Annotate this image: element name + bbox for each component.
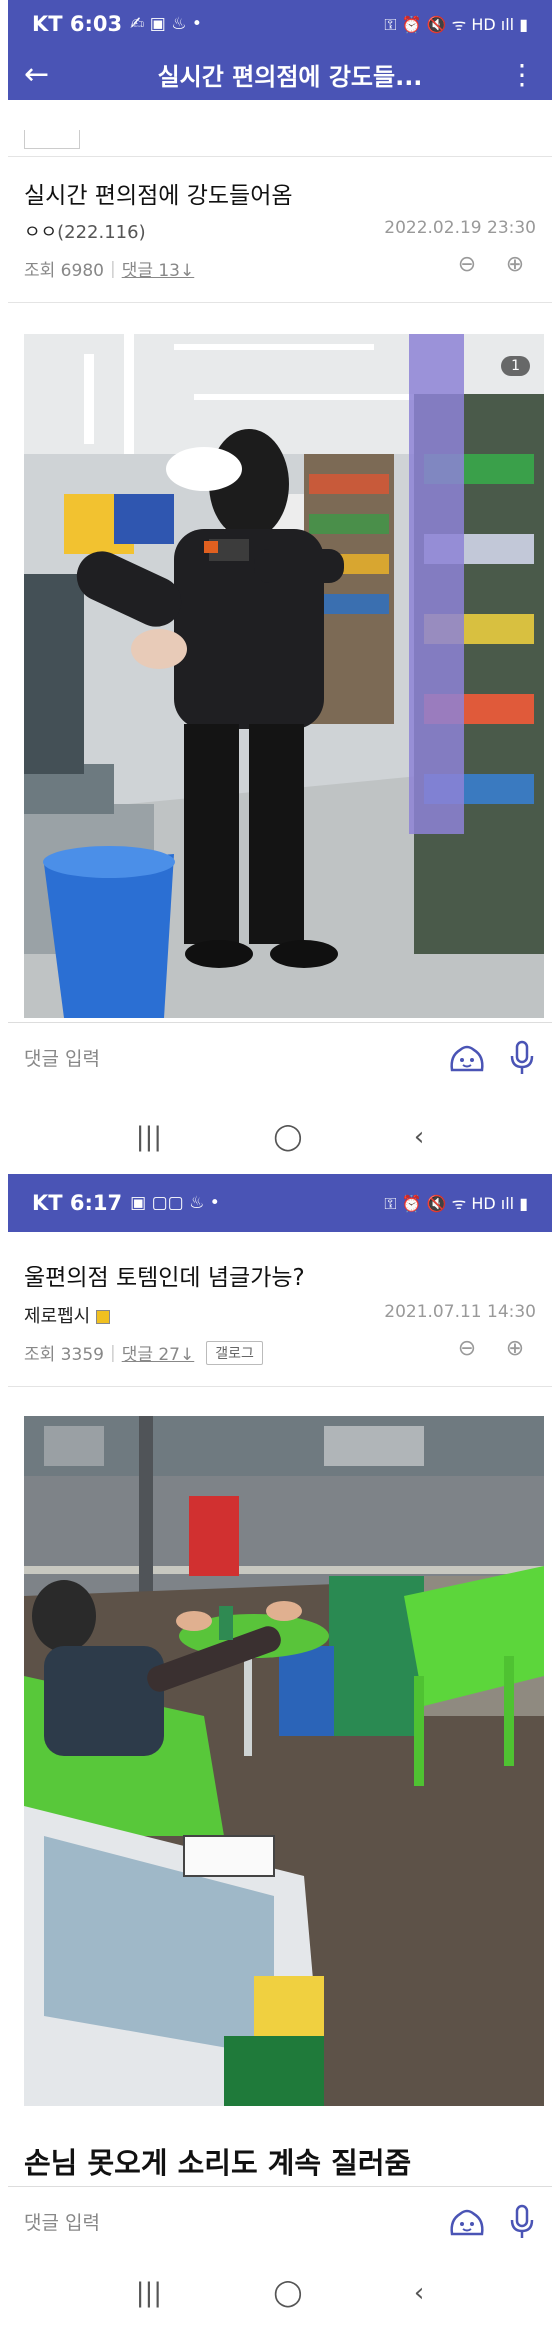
author-name[interactable]: 제로펩시: [24, 1306, 90, 1327]
dccon-emoji-icon[interactable]: [448, 1042, 486, 1074]
view-count: 조회 6980: [24, 261, 104, 281]
zoom-in-icon[interactable]: ⊕: [500, 252, 530, 277]
divider: [8, 1386, 552, 1387]
recent-apps-icon[interactable]: |||: [136, 2278, 162, 2308]
robbery-photo-illustration: [24, 334, 544, 1018]
system-nav-bar: ||| ◯ ‹: [0, 1108, 560, 1166]
meta-separator: |: [109, 1342, 116, 1363]
post-photo-robbery[interactable]: 1: [24, 334, 544, 1018]
totem-photo-illustration: [24, 1416, 544, 2106]
divider: [8, 156, 552, 157]
divider: [8, 302, 552, 303]
post-title: 울편의점 토템인데 념글가능?: [24, 1265, 305, 1291]
author-name[interactable]: ㅇㅇ: [24, 222, 57, 243]
app-bar-title: 실시간 편의점에 강도들...: [157, 62, 423, 91]
comment-input[interactable]: 댓글 입력: [24, 2208, 448, 2235]
view-count: 조회 3359: [24, 1345, 104, 1365]
zoom-out-icon[interactable]: ⊖: [452, 252, 482, 277]
comment-input[interactable]: 댓글 입력: [24, 1044, 448, 1071]
system-nav-bar: ||| ◯ ‹: [0, 2264, 560, 2322]
comment-input-bar: 댓글 입력: [8, 1022, 552, 1092]
comment-count-link[interactable]: 댓글 13↓: [122, 256, 195, 281]
post-caption: 손님 못오게 소리도 계속 질러줌: [24, 2146, 412, 2180]
meta-separator: |: [109, 258, 116, 279]
gallog-button[interactable]: 갤로그: [206, 1340, 263, 1365]
post-author: ㅇㅇ(222.116): [24, 218, 146, 244]
system-icons: ⚿ ⏰ 🔇 ᯤ HD ıll ▮: [384, 1194, 528, 1213]
header-bar: KT 6:03 ✍ ▣ ♨ • ⚿ ⏰ 🔇 ᯤ HD ıll ▮ ← 실시간 편…: [8, 0, 552, 100]
zoom-in-icon[interactable]: ⊕: [500, 1336, 530, 1361]
dccon-emoji-icon[interactable]: [448, 2206, 486, 2238]
app-bar: ← 실시간 편의점에 강도들... ⋮: [8, 48, 552, 100]
home-icon[interactable]: ◯: [273, 2278, 302, 2308]
notification-icons: ▣ ▢▢ ♨ •: [130, 1193, 220, 1213]
post-photo-totem[interactable]: [24, 1416, 544, 2106]
post-title: 실시간 편의점에 강도들어옴: [24, 183, 293, 209]
post-author: 제로펩시: [24, 1302, 110, 1328]
comment-count-link[interactable]: 댓글 27↓: [122, 1340, 195, 1365]
post-meta: 조회 3359 | 댓글 27↓ 갤로그: [24, 1340, 263, 1365]
fixed-nick-badge-icon: [95, 1310, 110, 1324]
header-bar-2: KT 6:17 ▣ ▢▢ ♨ • ⚿ ⏰ 🔇 ᯤ HD ıll ▮: [8, 1174, 552, 1232]
microphone-icon[interactable]: [508, 1040, 536, 1076]
notification-icons: ✍ ▣ ♨ •: [130, 14, 202, 34]
status-time: KT 6:03: [32, 12, 123, 36]
post-meta: 조회 6980 | 댓글 13↓: [24, 256, 195, 282]
zoom-out-icon[interactable]: ⊖: [452, 1336, 482, 1361]
status-bar: KT 6:03 ✍ ▣ ♨ • ⚿ ⏰ 🔇 ᯤ HD ıll ▮: [8, 0, 552, 48]
post-date: 2021.07.11 14:30: [384, 1302, 536, 1322]
microphone-icon[interactable]: [508, 2204, 536, 2240]
home-icon[interactable]: ◯: [273, 1122, 302, 1152]
status-bar-2: KT 6:17 ▣ ▢▢ ♨ • ⚿ ⏰ 🔇 ᯤ HD ıll ▮: [8, 1174, 552, 1232]
post-date: 2022.02.19 23:30: [384, 218, 536, 238]
back-nav-icon[interactable]: ‹: [414, 2278, 424, 2308]
back-arrow-icon[interactable]: ←: [24, 57, 74, 92]
author-ip: (222.116): [57, 222, 146, 243]
status-time: KT 6:17: [32, 1191, 123, 1215]
back-nav-icon[interactable]: ‹: [414, 1122, 424, 1152]
photo-count-badge: 1: [501, 356, 530, 376]
more-options-icon[interactable]: ⋮: [506, 58, 536, 91]
system-icons: ⚿ ⏰ 🔇 ᯤ HD ıll ▮: [384, 15, 528, 34]
previous-item-fragment: [24, 130, 80, 149]
recent-apps-icon[interactable]: |||: [136, 1122, 162, 1152]
comment-input-bar: 댓글 입력: [8, 2186, 552, 2256]
